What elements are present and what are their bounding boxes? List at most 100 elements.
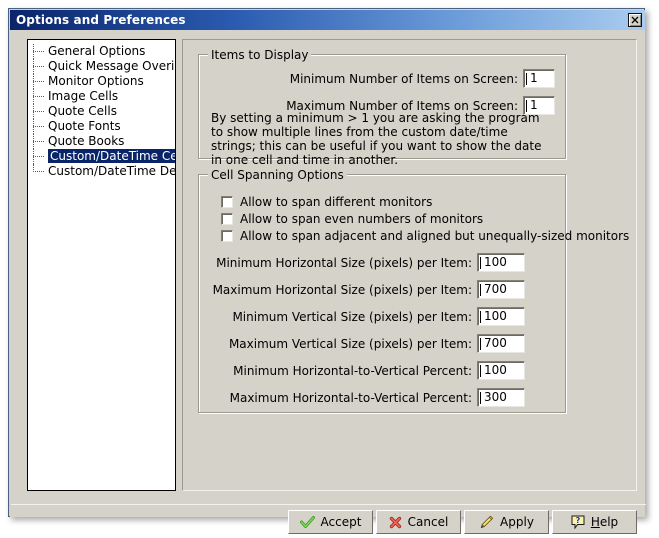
sidebar-item-label: Quote Fonts: [48, 119, 121, 133]
dialog-client-area: General Options Quick Message Overide Mo…: [10, 30, 646, 534]
tree-tick: [33, 96, 44, 98]
close-x-icon: [629, 16, 641, 24]
span-even-numbers-row[interactable]: Allow to span even numbers of monitors: [221, 211, 483, 227]
max-horizontal-to-vertical-percent-value: 300: [484, 390, 507, 404]
min-horizontal-size-label: Minimum Horizontal Size (pixels) per Ite…: [216, 255, 472, 270]
text-caret: [480, 365, 481, 377]
min-vertical-size-value: 100: [484, 309, 507, 323]
sidebar-item-image-cells[interactable]: Image Cells: [28, 89, 175, 104]
tree-tick: [33, 156, 44, 158]
green-check-icon: [299, 515, 315, 529]
sidebar-item-label: Monitor Options: [48, 74, 144, 88]
cancel-button[interactable]: Cancel: [376, 510, 461, 534]
sidebar-item-label: Quote Cells: [48, 104, 117, 118]
maximum-items-value: 1: [530, 98, 538, 112]
options-dialog-window: Options and Preferences General Options: [8, 8, 646, 534]
min-horizontal-to-vertical-percent-input[interactable]: 100: [477, 361, 525, 380]
max-vertical-size-row: Maximum Vertical Size (pixels) per Item:…: [205, 334, 525, 353]
text-caret: [480, 284, 481, 296]
max-horizontal-size-value: 700: [484, 282, 507, 296]
blue-question-balloon-icon: ?: [571, 515, 585, 529]
text-caret: [480, 311, 481, 323]
options-tree-list: General Options Quick Message Overide Mo…: [28, 40, 175, 179]
tree-tick: [33, 111, 44, 113]
max-horizontal-to-vertical-percent-row: Maximum Horizontal-to-Vertical Percent: …: [205, 388, 525, 407]
cell-spanning-options-group: Cell Spanning Options Allow to span diff…: [198, 168, 629, 413]
tree-tick: [33, 51, 44, 53]
help-button[interactable]: ? Help: [552, 510, 637, 534]
tree-tick: [33, 81, 44, 83]
help-accel: H: [590, 515, 600, 529]
tree-tick: [33, 141, 44, 143]
max-horizontal-to-vertical-percent-input[interactable]: 300: [477, 388, 525, 407]
title-bar: Options and Preferences: [10, 10, 645, 30]
span-adjacent-aligned-label: Allow to span adjacent and aligned but u…: [240, 229, 630, 243]
span-different-monitors-checkbox[interactable]: [221, 196, 233, 208]
apply-button[interactable]: Apply: [464, 510, 549, 534]
window-title: Options and Preferences: [16, 13, 186, 27]
tree-tick: [33, 171, 44, 173]
minimum-items-input[interactable]: 1: [523, 69, 555, 88]
svg-text:?: ?: [575, 516, 580, 525]
yellow-pencil-icon: [479, 515, 494, 529]
max-horizontal-size-row: Maximum Horizontal Size (pixels) per Ite…: [205, 280, 525, 299]
min-horizontal-to-vertical-percent-row: Minimum Horizontal-to-Vertical Percent: …: [205, 361, 525, 380]
sidebar-item-general-options[interactable]: General Options: [28, 44, 175, 59]
max-horizontal-size-input[interactable]: 700: [477, 280, 525, 299]
span-different-monitors-label: Allow to span different monitors: [240, 195, 433, 209]
span-different-monitors-row[interactable]: Allow to span different monitors: [221, 194, 432, 210]
min-horizontal-size-input[interactable]: 100: [477, 253, 525, 272]
min-horizontal-size-value: 100: [484, 255, 507, 269]
dialog-buttons: Accept Cancel Apply ? Help: [288, 510, 637, 534]
max-horizontal-to-vertical-percent-label: Maximum Horizontal-to-Vertical Percent:: [229, 390, 472, 405]
sidebar-item-label: General Options: [48, 44, 146, 58]
cancel-button-label: Cancel: [407, 515, 449, 529]
sidebar-item-label: Custom/DateTime Details: [48, 164, 176, 178]
minimum-items-row: Minimum Number of Items on Screen: 1: [211, 69, 555, 88]
sidebar-item-quick-message-overide[interactable]: Quick Message Overide: [28, 59, 175, 74]
close-button[interactable]: [628, 13, 642, 27]
min-horizontal-to-vertical-percent-label: Minimum Horizontal-to-Vertical Percent:: [233, 363, 472, 378]
min-vertical-size-row: Minimum Vertical Size (pixels) per Item:…: [205, 307, 525, 326]
help-button-label: Help: [591, 515, 618, 529]
span-even-numbers-label: Allow to span even numbers of monitors: [240, 212, 484, 226]
text-caret: [480, 338, 481, 350]
min-horizontal-to-vertical-percent-value: 100: [484, 363, 507, 377]
sidebar-item-quote-cells[interactable]: Quote Cells: [28, 104, 175, 119]
sidebar-item-label: Quick Message Overide: [48, 59, 176, 73]
options-tree-panel[interactable]: General Options Quick Message Overide Mo…: [27, 39, 176, 491]
sidebar-item-label: Custom/DateTime Cells: [48, 149, 175, 163]
max-vertical-size-input[interactable]: 700: [477, 334, 525, 353]
max-horizontal-size-label: Maximum Horizontal Size (pixels) per Ite…: [212, 282, 472, 297]
help-rest: elp: [599, 515, 619, 529]
items-to-display-group-title: Items to Display: [208, 48, 312, 62]
span-even-numbers-checkbox[interactable]: [221, 213, 233, 225]
sidebar-item-monitor-options[interactable]: Monitor Options: [28, 74, 175, 89]
sidebar-item-custom-datetime-cells[interactable]: Custom/DateTime Cells: [28, 149, 175, 164]
span-adjacent-aligned-row[interactable]: Allow to span adjacent and aligned but u…: [221, 228, 629, 244]
red-x-icon: [389, 516, 402, 529]
items-to-display-group: Items to Display Minimum Number of Items…: [198, 48, 566, 167]
apply-button-label: Apply: [500, 515, 534, 529]
min-vertical-size-input[interactable]: 100: [477, 307, 525, 326]
sidebar-item-label: Quote Books: [48, 134, 125, 148]
min-horizontal-size-row: Minimum Horizontal Size (pixels) per Ite…: [205, 253, 525, 272]
text-caret: [526, 73, 527, 85]
accept-button[interactable]: Accept: [288, 510, 373, 534]
settings-panel: Items to Display Minimum Number of Items…: [182, 39, 637, 491]
min-vertical-size-label: Minimum Vertical Size (pixels) per Item:: [232, 309, 472, 324]
minimum-items-value: 1: [530, 71, 538, 85]
max-vertical-size-value: 700: [484, 336, 507, 350]
sidebar-item-quote-books[interactable]: Quote Books: [28, 134, 175, 149]
dialog-button-bar: Accept Cancel Apply ? Help: [11, 504, 646, 538]
sidebar-item-custom-datetime-details[interactable]: Custom/DateTime Details: [28, 164, 175, 179]
minimum-items-label: Minimum Number of Items on Screen:: [289, 71, 518, 86]
items-to-display-description: By setting a minimum > 1 you are asking …: [211, 111, 542, 167]
accept-button-label: Accept: [320, 515, 362, 529]
cell-spanning-group-title: Cell Spanning Options: [208, 168, 347, 182]
max-vertical-size-label: Maximum Vertical Size (pixels) per Item:: [228, 336, 472, 351]
tree-tick: [33, 126, 44, 128]
span-adjacent-aligned-checkbox[interactable]: [221, 230, 233, 242]
text-caret: [480, 257, 481, 269]
sidebar-item-quote-fonts[interactable]: Quote Fonts: [28, 119, 175, 134]
